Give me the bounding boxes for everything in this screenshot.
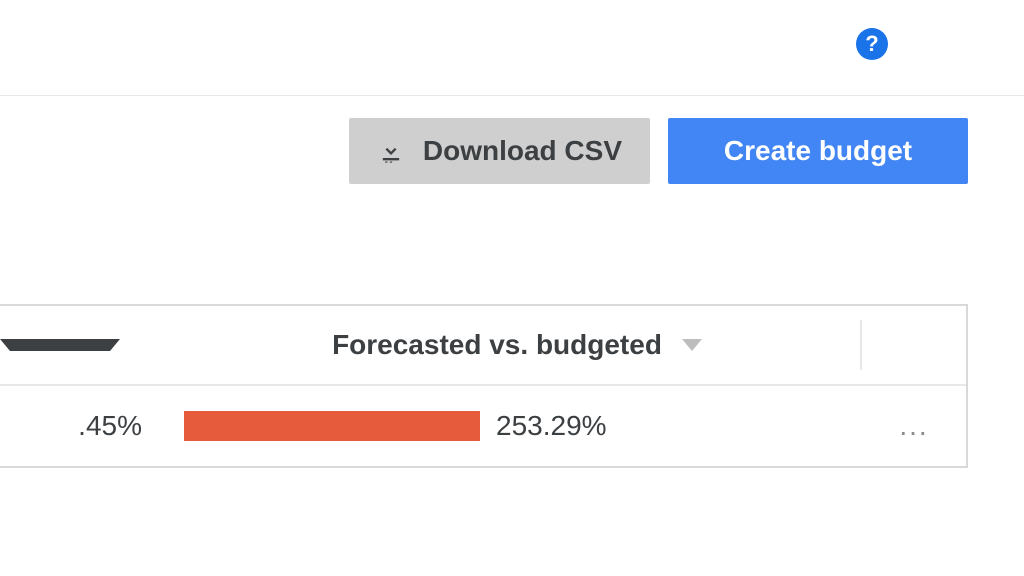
column-label: Forecasted vs. budgeted (332, 329, 662, 361)
table-header: Forecasted vs. budgeted (0, 306, 966, 386)
create-budget-label: Create budget (724, 135, 912, 167)
budget-table: Forecasted vs. budgeted .45% 253.29% ... (0, 304, 968, 468)
progress-label: 253.29% (496, 410, 607, 442)
row-actions-button[interactable]: ... (862, 410, 966, 442)
table-row: .45% 253.29% ... (0, 386, 966, 466)
table-body: .45% 253.29% ... (0, 386, 966, 466)
help-icon[interactable]: ? (856, 28, 888, 60)
progress-bar (184, 411, 480, 441)
action-button-row: Download CSV Create budget (0, 96, 1024, 184)
column-header-actions (862, 306, 966, 384)
column-header-forecasted[interactable]: Forecasted vs. budgeted (172, 306, 862, 384)
cell-prev-value: .45% (0, 410, 172, 442)
download-csv-button[interactable]: Download CSV (349, 118, 650, 184)
create-budget-button[interactable]: Create budget (668, 118, 968, 184)
topbar: ? (0, 0, 1024, 96)
caret-down-outline-icon (682, 339, 702, 351)
cell-forecasted: 253.29% (172, 410, 862, 442)
column-header-prev[interactable] (0, 306, 172, 384)
caret-down-icon (0, 339, 120, 351)
download-icon (377, 137, 405, 165)
download-csv-label: Download CSV (423, 135, 622, 167)
